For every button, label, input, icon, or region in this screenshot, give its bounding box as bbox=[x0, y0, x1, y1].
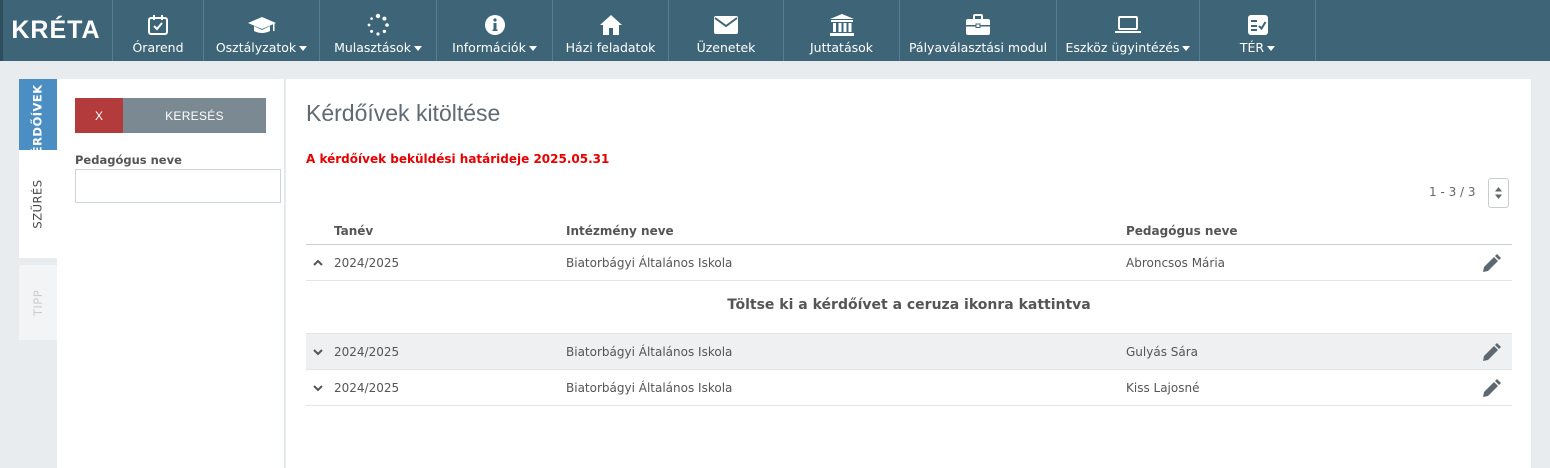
nav-items: Órarend Osztályzatok Mulasztások Informá… bbox=[113, 0, 1316, 61]
nav-label: Osztályzatok bbox=[215, 40, 297, 55]
tab-szures[interactable]: SZŰRÉS bbox=[19, 150, 57, 258]
cell-pedagogus: Kiss Lajosné bbox=[1126, 381, 1200, 395]
nav-edge bbox=[0, 0, 3, 61]
teacher-name-label: Pedagógus neve bbox=[75, 153, 182, 167]
nav-mulasztasok[interactable]: Mulasztások bbox=[320, 0, 437, 61]
filter-panel: X KERESÉS Pedagógus neve bbox=[57, 79, 285, 468]
caret-down-icon bbox=[299, 46, 308, 51]
nav-label-group: Mulasztások bbox=[334, 40, 422, 55]
laptop-icon bbox=[1114, 12, 1142, 38]
pencil-icon[interactable] bbox=[1480, 342, 1502, 364]
pencil-icon[interactable] bbox=[1480, 253, 1502, 275]
cell-intezmeny: Biatorbágyi Általános Iskola bbox=[566, 345, 733, 359]
caret-down-icon bbox=[413, 46, 422, 51]
main-panel: Kérdőívek kitöltése A kérdőívek beküldés… bbox=[286, 79, 1531, 468]
tab-label: SZŰRÉS bbox=[31, 179, 45, 229]
cell-intezmeny: Biatorbágyi Általános Iskola bbox=[566, 381, 733, 395]
deadline-notice: A kérdőívek beküldési határideje 2025.05… bbox=[306, 152, 610, 166]
cell-pedagogus: Gulyás Sára bbox=[1126, 345, 1199, 359]
grid-header: Tanév Intézmény neve Pedagógus neve bbox=[306, 217, 1512, 245]
nav-label: Pályaválasztási modul bbox=[908, 40, 1048, 55]
bank-icon bbox=[829, 12, 855, 38]
info-circle-icon bbox=[484, 12, 506, 38]
top-navigation: KRÉTA Órarend Osztályzatok Mulasztások I… bbox=[0, 0, 1550, 61]
nav-ter[interactable]: TÉR bbox=[1200, 0, 1316, 61]
home-icon bbox=[599, 12, 623, 38]
nav-label: Eszköz ügyintézés bbox=[1065, 40, 1180, 55]
pager-info: 1 - 3 / 3 bbox=[1429, 185, 1476, 199]
nav-label: Mulasztások bbox=[334, 40, 411, 55]
survey-grid: Tanév Intézmény neve Pedagógus neve 2024… bbox=[306, 217, 1512, 406]
nav-label: Juttatások bbox=[809, 40, 874, 55]
nav-label: TÉR bbox=[1239, 40, 1265, 55]
spinner-dots-icon bbox=[366, 12, 390, 38]
cell-pedagogus: Abroncsos Mária bbox=[1126, 256, 1226, 270]
chevron-down-icon[interactable] bbox=[312, 346, 324, 358]
column-header-intezmeny[interactable]: Intézmény neve bbox=[566, 224, 674, 238]
caret-down-icon bbox=[1267, 46, 1276, 51]
detail-instruction: Töltse ki a kérdőívet a ceruza ikonra ka… bbox=[727, 297, 1091, 313]
page-size-selector[interactable] bbox=[1488, 178, 1509, 208]
filter-buttons: X KERESÉS bbox=[75, 98, 266, 133]
briefcase-icon bbox=[965, 12, 991, 38]
checklist-icon bbox=[1247, 12, 1269, 38]
nav-osztalyzatok[interactable]: Osztályzatok bbox=[204, 0, 320, 61]
nav-label: Órarend bbox=[132, 40, 184, 55]
column-header-pedagogus[interactable]: Pedagógus neve bbox=[1126, 224, 1238, 238]
search-button[interactable]: KERESÉS bbox=[123, 98, 266, 133]
cell-tanev: 2024/2025 bbox=[334, 381, 400, 395]
nav-uzenetek[interactable]: Üzenetek bbox=[669, 0, 784, 61]
app-logo[interactable]: KRÉTA bbox=[0, 0, 113, 61]
envelope-icon bbox=[713, 12, 739, 38]
sort-arrows-icon bbox=[1495, 187, 1502, 199]
graduation-cap-icon bbox=[247, 12, 277, 38]
chevron-up-icon[interactable] bbox=[312, 257, 324, 269]
chevron-down-icon[interactable] bbox=[312, 382, 324, 394]
calendar-check-icon bbox=[147, 12, 169, 38]
nav-label: Házi feladatok bbox=[565, 40, 656, 55]
table-row: 2024/2025 Biatorbágyi Általános Iskola K… bbox=[306, 370, 1512, 406]
column-header-tanev[interactable]: Tanév bbox=[334, 224, 373, 238]
pencil-icon[interactable] bbox=[1480, 378, 1502, 400]
nav-label-group: Eszköz ügyintézés bbox=[1066, 40, 1191, 55]
clear-filter-button[interactable]: X bbox=[75, 98, 123, 133]
nav-hazi-feladatok[interactable]: Házi feladatok bbox=[553, 0, 669, 61]
table-row: 2024/2025 Biatorbágyi Általános Iskola A… bbox=[306, 245, 1512, 281]
nav-label-group: Információk bbox=[452, 40, 537, 55]
teacher-name-input[interactable] bbox=[75, 169, 281, 203]
nav-label-group: Osztályzatok bbox=[215, 40, 308, 55]
nav-informaciok[interactable]: Információk bbox=[437, 0, 553, 61]
nav-label: Információk bbox=[452, 40, 526, 55]
row-detail: Töltse ki a kérdőívet a ceruza ikonra ka… bbox=[306, 281, 1512, 334]
caret-down-icon bbox=[1182, 46, 1191, 51]
nav-label: Üzenetek bbox=[696, 40, 756, 55]
tab-tipp[interactable]: TIPP bbox=[19, 265, 57, 340]
nav-orarend[interactable]: Órarend bbox=[113, 0, 204, 61]
nav-label-group: TÉR bbox=[1239, 40, 1276, 55]
cell-tanev: 2024/2025 bbox=[334, 256, 400, 270]
caret-down-icon bbox=[528, 46, 537, 51]
cell-intezmeny: Biatorbágyi Általános Iskola bbox=[566, 256, 733, 270]
table-row: 2024/2025 Biatorbágyi Általános Iskola G… bbox=[306, 334, 1512, 370]
cell-tanev: 2024/2025 bbox=[334, 345, 400, 359]
tab-label: TIPP bbox=[30, 289, 45, 316]
nav-palyavalasztasi-modul[interactable]: Pályaválasztási modul bbox=[900, 0, 1057, 61]
nav-eszkoz-ugyintezes[interactable]: Eszköz ügyintézés bbox=[1057, 0, 1200, 61]
nav-juttatasok[interactable]: Juttatások bbox=[784, 0, 900, 61]
page-title: Kérdőívek kitöltése bbox=[306, 100, 501, 126]
